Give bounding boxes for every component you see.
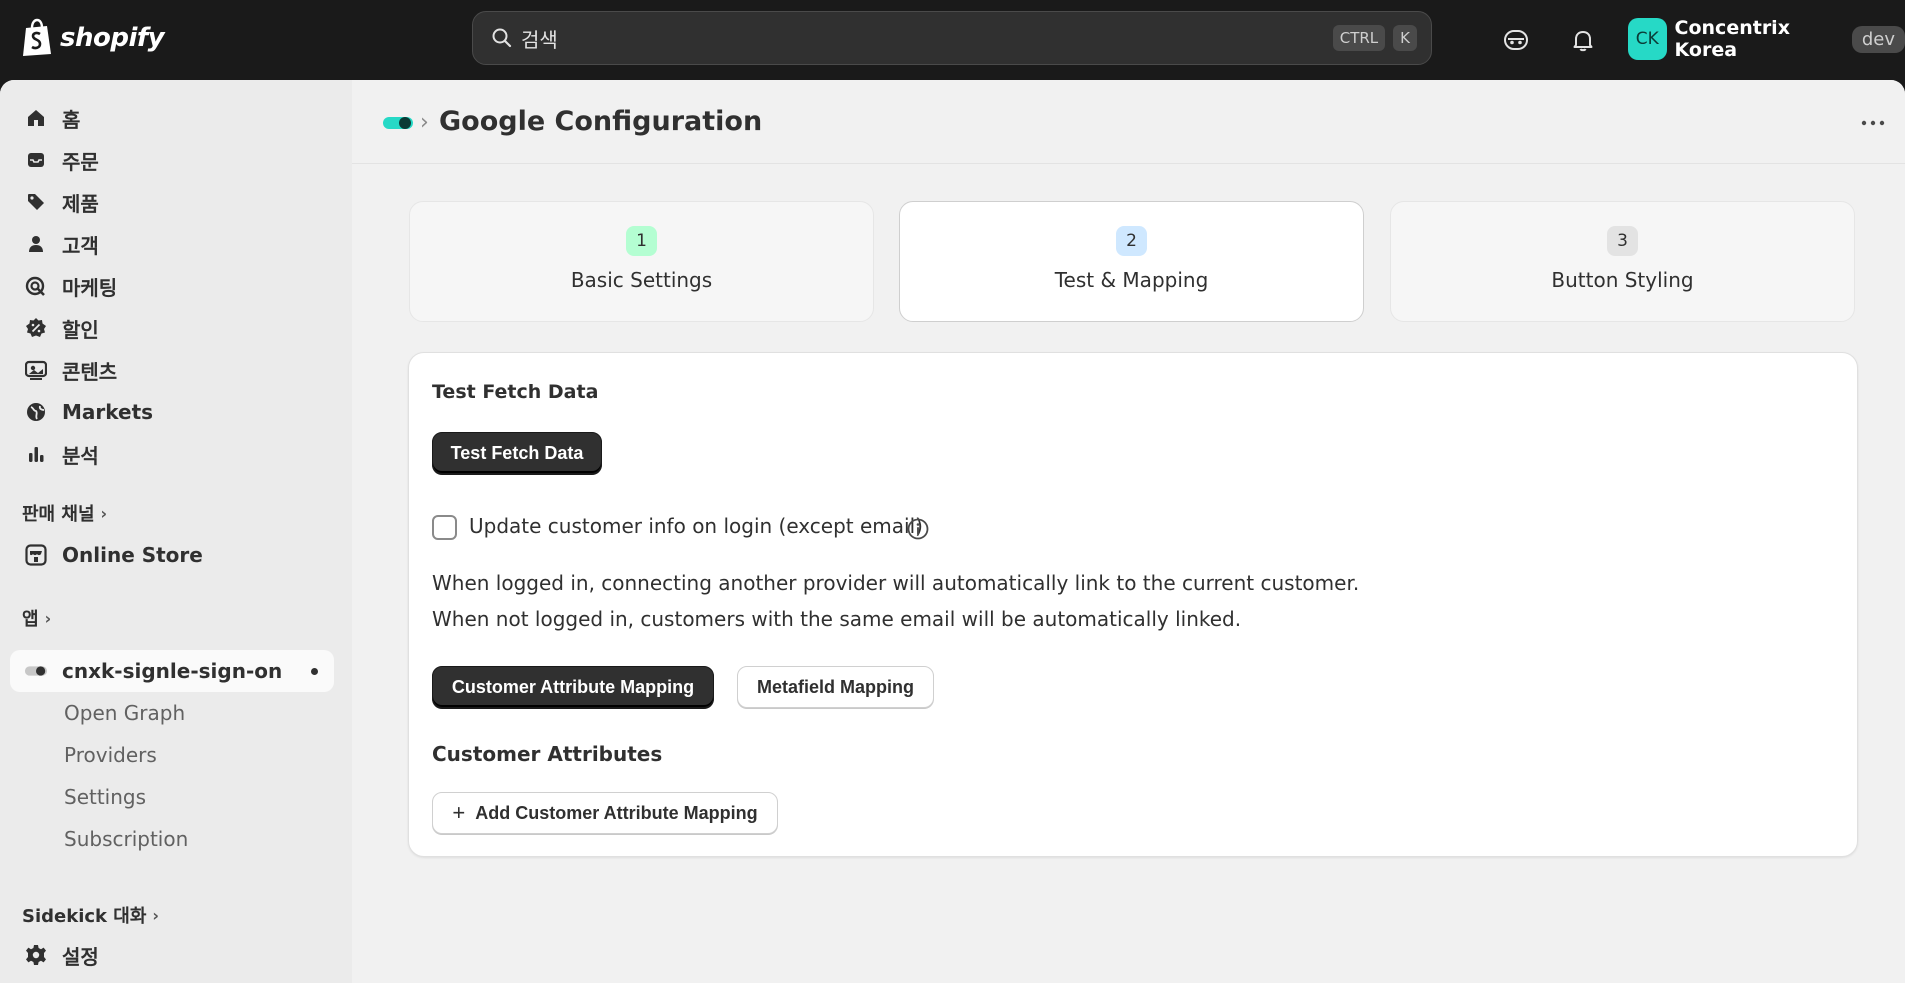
tab-metafield-mapping[interactable]: Metafield Mapping (737, 666, 934, 708)
step-label: Basic Settings (570, 268, 713, 292)
chart-icon (24, 442, 48, 466)
app-toggle-icon[interactable] (382, 116, 414, 130)
ellipsis-icon (1861, 120, 1885, 126)
account-menu[interactable]: CK Concentrix Korea dev (1628, 17, 1905, 61)
app-status-dot (311, 667, 318, 675)
globe-icon (24, 400, 48, 424)
info-icon[interactable] (906, 517, 930, 541)
description-line-2: When not logged in, customers with the s… (432, 607, 1242, 631)
sidebar-item-products[interactable]: 제품 (10, 181, 334, 223)
sidebar-item-discounts[interactable]: 할인 (10, 307, 334, 349)
notifications-button[interactable] (1561, 18, 1605, 62)
store-name: Concentrix Korea (1674, 17, 1790, 61)
sidebar: 홈 주문 제품 고객 마케팅 할인 콘텐츠 Markets 분석 판매 채널 ›… (0, 80, 352, 983)
step-label: Button Styling (1551, 268, 1694, 292)
discount-icon (24, 316, 48, 340)
sidebar-item-label: cnxk-signle-sign-on (62, 659, 283, 683)
sidebar-item-online-store[interactable]: Online Store (10, 534, 334, 576)
test-mapping-card: Test Fetch Data Test Fetch Data Update c… (408, 352, 1858, 857)
store-icon (24, 543, 48, 567)
sidebar-item-label: 분석 (62, 443, 99, 468)
page-title: Google Configuration (439, 106, 763, 137)
chevron-right-icon: › (100, 503, 108, 523)
sidebar-item-label: Markets (62, 400, 154, 424)
gear-icon (24, 943, 48, 967)
target-icon (24, 274, 48, 298)
sidebar-item-label: 제품 (62, 191, 99, 216)
sidebar-item-label: 할인 (62, 317, 99, 342)
add-mapping-label: Add Customer Attribute Mapping (475, 802, 758, 823)
sidebar-item-customers[interactable]: 고객 (10, 223, 334, 265)
sidebar-item-label: 설정 (62, 944, 99, 969)
home-icon (24, 106, 48, 130)
step-label: Test & Mapping (1054, 268, 1209, 292)
main-content: › Google Configuration 1 Basic Settings … (352, 80, 1905, 983)
sidebar-item-markets[interactable]: Markets (10, 391, 334, 433)
sidebar-item-label: 홈 (62, 107, 81, 132)
sales-channels-heading[interactable]: 판매 채널 › (22, 500, 107, 526)
sidekick-label: Sidekick 대화 (22, 906, 147, 927)
sidekick-button[interactable] (1494, 18, 1538, 62)
dev-badge: dev (1851, 25, 1905, 53)
sidebar-item-label: 콘텐츠 (62, 359, 118, 384)
sidebar-item-home[interactable]: 홈 (10, 97, 334, 139)
brand-name: shopify (60, 23, 165, 53)
image-icon (24, 358, 48, 382)
tag-icon (24, 190, 48, 214)
sales-channels-label: 판매 채널 (22, 504, 95, 525)
update-customer-label[interactable]: Update customer info on login (except em… (469, 514, 923, 538)
sidebar-item-label: 고객 (62, 233, 99, 258)
search-bar[interactable]: 검색 CTRL K (472, 11, 1432, 65)
tab-customer-attribute-mapping[interactable]: Customer Attribute Mapping (432, 666, 714, 708)
sidebar-item-orders[interactable]: 주문 (10, 139, 334, 181)
sidebar-item-analytics[interactable]: 분석 (10, 433, 334, 475)
app-toggle-icon (24, 659, 48, 683)
search-icon (492, 28, 512, 48)
shortcut-key-ctrl: CTRL (1332, 25, 1386, 51)
page-header: › Google Configuration (352, 80, 1905, 164)
step-button-styling[interactable]: 3 Button Styling (1390, 201, 1855, 322)
sidebar-item-settings[interactable]: 설정 (10, 934, 334, 976)
sidebar-item-marketing[interactable]: 마케팅 (10, 265, 334, 307)
sidekick-icon (1504, 30, 1528, 50)
sidebar-subitem-subscription[interactable]: Subscription (64, 827, 188, 851)
sidebar-item-content[interactable]: 콘텐츠 (10, 349, 334, 391)
customer-attributes-heading: Customer Attributes (432, 742, 663, 766)
step-basic-settings[interactable]: 1 Basic Settings (409, 201, 874, 322)
sidebar-subitem-settings[interactable]: Settings (64, 785, 146, 809)
add-customer-attribute-mapping-button[interactable]: + Add Customer Attribute Mapping (432, 792, 778, 834)
person-icon (24, 232, 48, 256)
description-line-1: When logged in, connecting another provi… (432, 571, 1360, 595)
sidebar-item-label: Online Store (62, 543, 203, 567)
sidebar-item-label: 마케팅 (62, 275, 118, 300)
sidebar-item-app[interactable]: cnxk-signle-sign-on (10, 650, 334, 692)
apps-label: 앱 (22, 609, 39, 630)
step-number: 2 (1116, 226, 1147, 256)
shortcut-key-k: K (1393, 25, 1417, 51)
search-input[interactable]: 검색 (521, 24, 1325, 53)
update-customer-checkbox[interactable] (432, 515, 457, 540)
plus-icon: + (452, 800, 466, 825)
apps-heading[interactable]: 앱 › (22, 605, 51, 631)
chevron-right-icon: › (152, 905, 159, 925)
shopify-logo[interactable]: shopify (20, 18, 165, 58)
card-title: Test Fetch Data (432, 381, 599, 403)
sidekick-heading[interactable]: Sidekick 대화 › (22, 902, 159, 928)
avatar: CK (1628, 18, 1667, 60)
step-number: 1 (626, 226, 657, 256)
bell-icon (1573, 31, 1593, 52)
breadcrumb-chevron-icon: › (420, 110, 429, 135)
test-fetch-data-button[interactable]: Test Fetch Data (432, 432, 602, 474)
step-test-mapping[interactable]: 2 Test & Mapping (899, 201, 1364, 322)
sidebar-item-label: 주문 (62, 149, 99, 174)
sidebar-subitem-open-graph[interactable]: Open Graph (64, 701, 185, 725)
more-actions-button[interactable] (1855, 108, 1891, 138)
inbox-icon (24, 148, 48, 172)
shopify-bag-icon (23, 18, 51, 56)
top-bar: shopify 검색 CTRL K CK Concentrix Korea de… (0, 0, 1905, 80)
sidebar-subitem-providers[interactable]: Providers (64, 743, 157, 767)
chevron-right-icon: › (44, 608, 52, 628)
admin-shell: 홈 주문 제품 고객 마케팅 할인 콘텐츠 Markets 분석 판매 채널 ›… (0, 80, 1905, 983)
step-number: 3 (1607, 226, 1638, 256)
